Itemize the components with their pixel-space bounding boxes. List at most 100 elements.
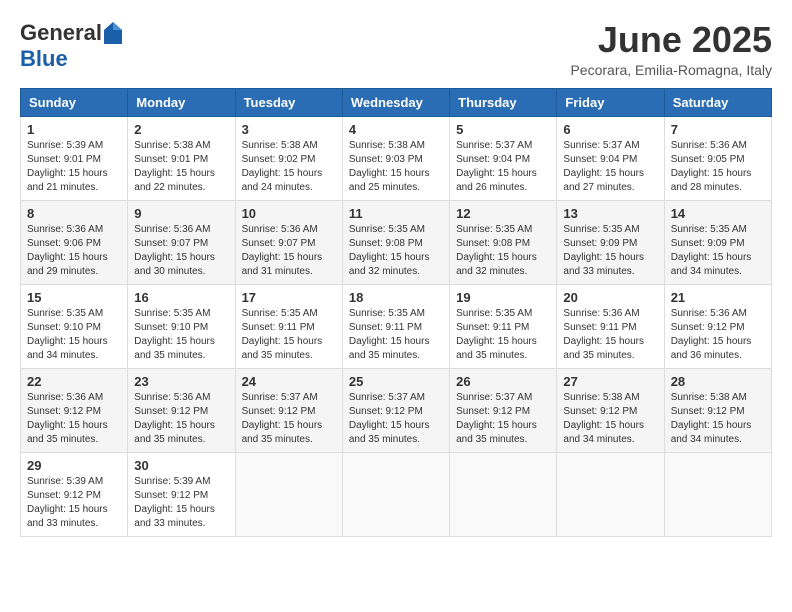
day-number: 28 <box>671 374 765 389</box>
calendar-cell: 15 Sunrise: 5:35 AM Sunset: 9:10 PM Dayl… <box>21 284 128 368</box>
day-number: 5 <box>456 122 550 137</box>
calendar-row-3: 15 Sunrise: 5:35 AM Sunset: 9:10 PM Dayl… <box>21 284 772 368</box>
calendar-cell: 10 Sunrise: 5:36 AM Sunset: 9:07 PM Dayl… <box>235 200 342 284</box>
calendar-cell: 6 Sunrise: 5:37 AM Sunset: 9:04 PM Dayli… <box>557 116 664 200</box>
day-number: 25 <box>349 374 443 389</box>
logo: General Blue <box>20 20 122 72</box>
day-number: 30 <box>134 458 228 473</box>
calendar-cell: 18 Sunrise: 5:35 AM Sunset: 9:11 PM Dayl… <box>342 284 449 368</box>
day-info: Sunrise: 5:38 AM Sunset: 9:01 PM Dayligh… <box>134 139 228 195</box>
title-area: June 2025 Pecorara, Emilia-Romagna, Ital… <box>570 20 772 78</box>
calendar-cell: 8 Sunrise: 5:36 AM Sunset: 9:06 PM Dayli… <box>21 200 128 284</box>
day-info: Sunrise: 5:36 AM Sunset: 9:07 PM Dayligh… <box>242 223 336 279</box>
day-info: Sunrise: 5:36 AM Sunset: 9:07 PM Dayligh… <box>134 223 228 279</box>
day-number: 6 <box>563 122 657 137</box>
calendar-cell <box>664 452 771 536</box>
day-number: 2 <box>134 122 228 137</box>
day-number: 23 <box>134 374 228 389</box>
calendar-cell: 16 Sunrise: 5:35 AM Sunset: 9:10 PM Dayl… <box>128 284 235 368</box>
header-wednesday: Wednesday <box>342 88 449 116</box>
logo-blue-text: Blue <box>20 46 68 72</box>
calendar-cell: 30 Sunrise: 5:39 AM Sunset: 9:12 PM Dayl… <box>128 452 235 536</box>
day-number: 20 <box>563 290 657 305</box>
day-number: 22 <box>27 374 121 389</box>
day-number: 26 <box>456 374 550 389</box>
calendar-cell: 3 Sunrise: 5:38 AM Sunset: 9:02 PM Dayli… <box>235 116 342 200</box>
day-info: Sunrise: 5:38 AM Sunset: 9:12 PM Dayligh… <box>671 391 765 447</box>
day-number: 19 <box>456 290 550 305</box>
calendar-row-2: 8 Sunrise: 5:36 AM Sunset: 9:06 PM Dayli… <box>21 200 772 284</box>
day-info: Sunrise: 5:35 AM Sunset: 9:11 PM Dayligh… <box>456 307 550 363</box>
calendar-cell: 19 Sunrise: 5:35 AM Sunset: 9:11 PM Dayl… <box>450 284 557 368</box>
day-info: Sunrise: 5:38 AM Sunset: 9:02 PM Dayligh… <box>242 139 336 195</box>
day-number: 27 <box>563 374 657 389</box>
day-info: Sunrise: 5:36 AM Sunset: 9:06 PM Dayligh… <box>27 223 121 279</box>
day-info: Sunrise: 5:39 AM Sunset: 9:12 PM Dayligh… <box>134 475 228 531</box>
calendar-cell <box>342 452 449 536</box>
day-number: 15 <box>27 290 121 305</box>
day-number: 17 <box>242 290 336 305</box>
day-number: 16 <box>134 290 228 305</box>
day-info: Sunrise: 5:36 AM Sunset: 9:11 PM Dayligh… <box>563 307 657 363</box>
calendar-cell: 25 Sunrise: 5:37 AM Sunset: 9:12 PM Dayl… <box>342 368 449 452</box>
header-tuesday: Tuesday <box>235 88 342 116</box>
day-number: 11 <box>349 206 443 221</box>
calendar-cell: 22 Sunrise: 5:36 AM Sunset: 9:12 PM Dayl… <box>21 368 128 452</box>
day-number: 10 <box>242 206 336 221</box>
day-info: Sunrise: 5:37 AM Sunset: 9:12 PM Dayligh… <box>349 391 443 447</box>
calendar-cell: 17 Sunrise: 5:35 AM Sunset: 9:11 PM Dayl… <box>235 284 342 368</box>
day-number: 14 <box>671 206 765 221</box>
day-number: 4 <box>349 122 443 137</box>
calendar-cell: 26 Sunrise: 5:37 AM Sunset: 9:12 PM Dayl… <box>450 368 557 452</box>
day-number: 24 <box>242 374 336 389</box>
header-monday: Monday <box>128 88 235 116</box>
day-number: 1 <box>27 122 121 137</box>
day-info: Sunrise: 5:35 AM Sunset: 9:11 PM Dayligh… <box>349 307 443 363</box>
day-number: 29 <box>27 458 121 473</box>
day-info: Sunrise: 5:37 AM Sunset: 9:12 PM Dayligh… <box>242 391 336 447</box>
header-row: Sunday Monday Tuesday Wednesday Thursday… <box>21 88 772 116</box>
day-number: 7 <box>671 122 765 137</box>
day-number: 13 <box>563 206 657 221</box>
day-info: Sunrise: 5:39 AM Sunset: 9:12 PM Dayligh… <box>27 475 121 531</box>
calendar-cell: 13 Sunrise: 5:35 AM Sunset: 9:09 PM Dayl… <box>557 200 664 284</box>
calendar-cell: 23 Sunrise: 5:36 AM Sunset: 9:12 PM Dayl… <box>128 368 235 452</box>
calendar-cell: 7 Sunrise: 5:36 AM Sunset: 9:05 PM Dayli… <box>664 116 771 200</box>
day-number: 3 <box>242 122 336 137</box>
calendar-table: Sunday Monday Tuesday Wednesday Thursday… <box>20 88 772 537</box>
header-sunday: Sunday <box>21 88 128 116</box>
day-number: 8 <box>27 206 121 221</box>
logo-general-text: General <box>20 20 102 46</box>
calendar-cell: 27 Sunrise: 5:38 AM Sunset: 9:12 PM Dayl… <box>557 368 664 452</box>
day-info: Sunrise: 5:35 AM Sunset: 9:09 PM Dayligh… <box>671 223 765 279</box>
calendar-cell: 28 Sunrise: 5:38 AM Sunset: 9:12 PM Dayl… <box>664 368 771 452</box>
day-number: 18 <box>349 290 443 305</box>
calendar-cell: 2 Sunrise: 5:38 AM Sunset: 9:01 PM Dayli… <box>128 116 235 200</box>
calendar-cell <box>235 452 342 536</box>
calendar-cell: 1 Sunrise: 5:39 AM Sunset: 9:01 PM Dayli… <box>21 116 128 200</box>
header-saturday: Saturday <box>664 88 771 116</box>
header-friday: Friday <box>557 88 664 116</box>
calendar-row-5: 29 Sunrise: 5:39 AM Sunset: 9:12 PM Dayl… <box>21 452 772 536</box>
logo-icon <box>104 22 122 44</box>
day-info: Sunrise: 5:35 AM Sunset: 9:09 PM Dayligh… <box>563 223 657 279</box>
day-info: Sunrise: 5:38 AM Sunset: 9:12 PM Dayligh… <box>563 391 657 447</box>
day-number: 12 <box>456 206 550 221</box>
day-info: Sunrise: 5:36 AM Sunset: 9:12 PM Dayligh… <box>27 391 121 447</box>
page-header: General Blue June 2025 Pecorara, Emilia-… <box>20 20 772 78</box>
day-number: 21 <box>671 290 765 305</box>
day-info: Sunrise: 5:35 AM Sunset: 9:08 PM Dayligh… <box>349 223 443 279</box>
day-info: Sunrise: 5:35 AM Sunset: 9:08 PM Dayligh… <box>456 223 550 279</box>
calendar-cell <box>450 452 557 536</box>
calendar-cell <box>557 452 664 536</box>
calendar-row-1: 1 Sunrise: 5:39 AM Sunset: 9:01 PM Dayli… <box>21 116 772 200</box>
day-info: Sunrise: 5:38 AM Sunset: 9:03 PM Dayligh… <box>349 139 443 195</box>
calendar-row-4: 22 Sunrise: 5:36 AM Sunset: 9:12 PM Dayl… <box>21 368 772 452</box>
calendar-cell: 11 Sunrise: 5:35 AM Sunset: 9:08 PM Dayl… <box>342 200 449 284</box>
calendar-cell: 5 Sunrise: 5:37 AM Sunset: 9:04 PM Dayli… <box>450 116 557 200</box>
day-info: Sunrise: 5:36 AM Sunset: 9:05 PM Dayligh… <box>671 139 765 195</box>
calendar-cell: 9 Sunrise: 5:36 AM Sunset: 9:07 PM Dayli… <box>128 200 235 284</box>
day-info: Sunrise: 5:36 AM Sunset: 9:12 PM Dayligh… <box>134 391 228 447</box>
day-info: Sunrise: 5:35 AM Sunset: 9:10 PM Dayligh… <box>27 307 121 363</box>
day-number: 9 <box>134 206 228 221</box>
